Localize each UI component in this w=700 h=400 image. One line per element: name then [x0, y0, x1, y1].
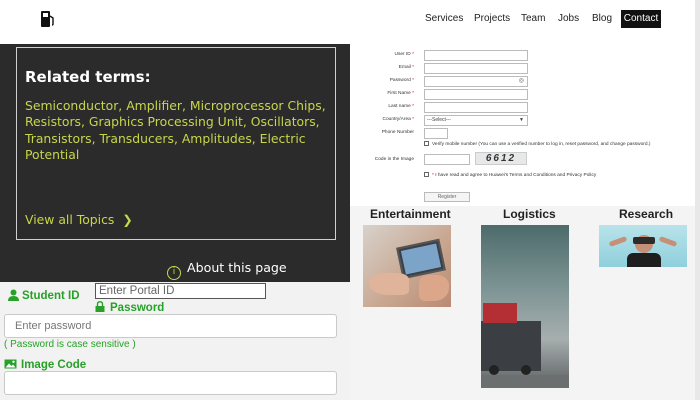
country-select[interactable]: ---Select--- ▼ [424, 115, 528, 126]
verify-checkbox[interactable] [424, 141, 429, 146]
view-all-topics-link[interactable]: View all Topics ❯ [25, 212, 133, 227]
password-label: Password [110, 302, 165, 314]
nav-contact-button[interactable]: Contact [621, 10, 661, 28]
research-image[interactable] [599, 225, 687, 267]
nav-team[interactable]: Team [521, 13, 545, 24]
password-reg-label: Password * [389, 78, 414, 83]
related-terms-list[interactable]: Semiconductor, Amplifier, Microprocessor… [25, 98, 330, 163]
user-id-label: User ID * [394, 52, 414, 57]
nav-blog[interactable]: Blog [592, 13, 612, 24]
phone-label: Phone Number [381, 130, 414, 135]
nav-projects[interactable]: Projects [474, 13, 510, 24]
about-label: About this page [187, 260, 287, 275]
country-label: Country/Area * [382, 117, 414, 122]
registration-form: User ID * Email * Password * ◎ First Nam… [350, 44, 700, 206]
verify-text: Verify mobile number (You can use a veri… [432, 142, 651, 147]
category-logistics-title[interactable]: Logistics [503, 207, 556, 221]
fuel-pump-logo-icon[interactable] [40, 10, 56, 28]
chevron-right-icon: ❯ [122, 212, 133, 227]
image-code-input[interactable] [4, 371, 337, 395]
last-name-input[interactable] [424, 102, 528, 113]
related-terms-panel: Related terms: Semiconductor, Amplifier,… [0, 44, 350, 282]
eye-icon[interactable]: ◎ [519, 77, 524, 86]
scrollbar[interactable] [695, 0, 700, 400]
about-this-page-link[interactable]: i About this page [167, 260, 287, 280]
nav-services[interactable]: Services [425, 13, 463, 24]
email-label: Email * [398, 65, 414, 70]
captcha-image: 6612 [475, 152, 527, 165]
related-terms-box: Related terms: Semiconductor, Amplifier,… [16, 47, 336, 240]
password-hint: ( Password is case sensitive ) [4, 339, 136, 350]
agree-terms-row[interactable]: * I have read and agree to Huawei's Term… [424, 172, 694, 178]
email-input[interactable] [424, 63, 528, 74]
phone-code-input[interactable] [424, 128, 448, 139]
related-terms-title: Related terms: [25, 68, 151, 86]
image-code-reg-label: Code in the Image [374, 157, 414, 162]
first-name-label: First Name * [387, 91, 414, 96]
category-research-title[interactable]: Research [619, 207, 673, 221]
verify-mobile-row[interactable]: Verify mobile number (You can use a veri… [424, 141, 694, 147]
info-icon: i [167, 266, 181, 280]
password-reg-input[interactable]: ◎ [424, 76, 528, 87]
image-code-reg-input[interactable] [424, 154, 470, 165]
student-id-label: Student ID [22, 290, 80, 302]
chevron-down-icon: ▼ [519, 117, 524, 123]
view-all-label: View all Topics [25, 212, 115, 227]
user-icon [8, 288, 19, 306]
password-input[interactable]: Enter password [4, 314, 337, 338]
logistics-image[interactable] [481, 225, 569, 388]
nav-jobs[interactable]: Jobs [558, 13, 579, 24]
register-button[interactable]: Register [424, 192, 470, 202]
category-entertainment-title[interactable]: Entertainment [370, 207, 451, 221]
top-navbar: Services Projects Team Jobs Blog Contact [0, 0, 700, 44]
first-name-input[interactable] [424, 89, 528, 100]
agree-text: I have read and agree to Huawei's Terms … [435, 173, 597, 178]
image-code-label: Image Code [21, 359, 87, 371]
last-name-label: Last name * [388, 104, 414, 109]
entertainment-image[interactable] [363, 225, 451, 307]
categories-section: Entertainment Logistics Research [350, 206, 700, 400]
student-id-label-row: Student ID [8, 286, 80, 306]
user-id-input[interactable] [424, 50, 528, 61]
portal-id-input[interactable]: Enter Portal ID [95, 283, 266, 299]
agree-checkbox[interactable] [424, 172, 429, 177]
student-login-form: Student ID Enter Portal ID Password Ente… [0, 282, 350, 400]
